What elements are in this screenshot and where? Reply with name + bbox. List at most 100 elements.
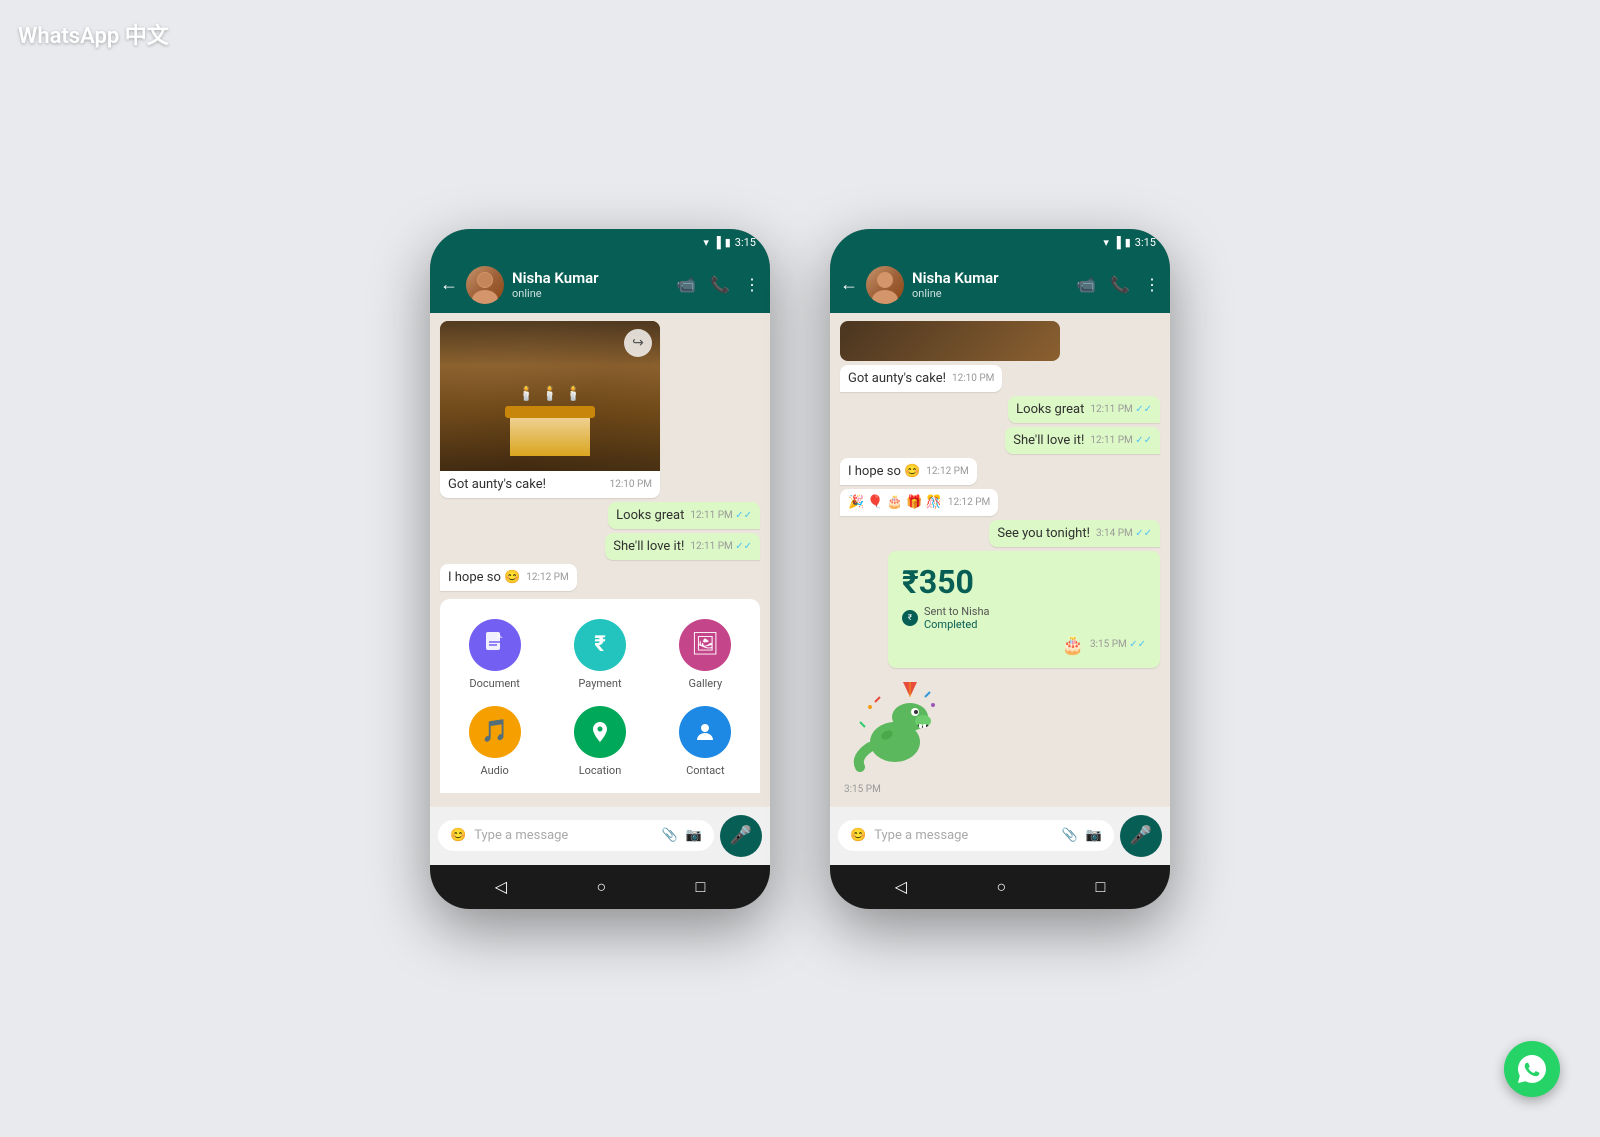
voice-call-button-1[interactable]: 📞 (710, 275, 730, 294)
msg-hope-so: I hope so 😊 12:12 PM (440, 564, 577, 591)
contact-info-1: Nisha Kumar online (512, 269, 668, 300)
message-input-2[interactable]: 😊 Type a message 📎 📷 (838, 820, 1114, 851)
emoji-button-1[interactable]: 😊 (450, 828, 466, 843)
document-icon (469, 619, 521, 671)
msg-shell-love-2: She'll love it! 12:11 PM ✓✓ (1005, 427, 1160, 454)
payment-amount: ₹350 (902, 563, 1146, 601)
avatar-2 (866, 266, 904, 304)
battery-icon-2: ▮ (1125, 236, 1131, 249)
wifi-icon-2: ▾ (1103, 236, 1109, 249)
nav-bar-2: ◁ ○ □ (830, 865, 1170, 909)
watermark: WhatsApp 中文 (18, 18, 169, 50)
avatar-1 (466, 266, 504, 304)
nav-recent-1[interactable]: □ (696, 877, 706, 897)
contact-icon (679, 706, 731, 758)
msg-looks-great-2: Looks great 12:11 PM ✓✓ (1008, 396, 1160, 423)
signal-icon: ▐ (713, 236, 721, 249)
payment-dot: ₹ (902, 610, 918, 626)
msg-shell-love: She'll love it! 12:11 PM ✓✓ (605, 533, 760, 560)
time-display-2: 3:15 (1135, 236, 1156, 249)
contact-name-1: Nisha Kumar (512, 269, 668, 287)
attachment-panel: Document ₹ Payment 🖼 Gallery 🎵 Au (440, 599, 760, 793)
contact-status-2: online (912, 287, 1068, 300)
video-call-button-2[interactable]: 📹 (1076, 275, 1096, 294)
chat-area-1: 🕯️🕯️🕯️ ↪ Got aunty's cake! 12:10 PM (430, 313, 770, 807)
input-placeholder-1: Type a message (474, 828, 653, 843)
contact-label: Contact (686, 764, 724, 777)
voice-call-button-2[interactable]: 📞 (1110, 275, 1130, 294)
more-options-button-1[interactable]: ⋮ (744, 275, 760, 294)
signal-icon-2: ▐ (1113, 236, 1121, 249)
camera-button-2[interactable]: 📷 (1086, 828, 1102, 843)
payment-label: Payment (578, 677, 621, 690)
phone-2: ▾ ▐ ▮ 3:15 ← Nis (830, 229, 1170, 909)
message-input-1[interactable]: 😊 Type a message 📎 📷 (438, 820, 714, 851)
emoji-button-2[interactable]: 😊 (850, 828, 866, 843)
gallery-label: Gallery (688, 677, 722, 690)
contact-status-1: online (512, 287, 668, 300)
status-bar-1: ▾ ▐ ▮ 3:15 (430, 229, 770, 257)
nav-bar-1: ◁ ○ □ (430, 865, 770, 909)
camera-button-1[interactable]: 📷 (686, 828, 702, 843)
back-button-2[interactable]: ← (840, 274, 858, 295)
attach-button-2[interactable]: 📎 (1062, 828, 1078, 843)
msg-looks-great: Looks great 12:11 PM ✓✓ (608, 502, 760, 529)
audio-icon: 🎵 (469, 706, 521, 758)
msg-see-tonight: See you tonight! 3:14 PM ✓✓ (989, 520, 1160, 547)
payment-sent-label: Sent to Nisha (924, 605, 990, 618)
msg-got-cake: Got aunty's cake! 12:10 PM (840, 365, 1002, 392)
payment-message: ₹350 ₹ Sent to Nisha Completed 🎂 3:15 PM… (888, 551, 1160, 668)
phone-1: ▾ ▐ ▮ 3:15 ← (430, 229, 770, 909)
msg-emojis: 🎉 🎈 🎂 🎁 🎊 12:12 PM (840, 489, 998, 516)
video-call-button-1[interactable]: 📹 (676, 275, 696, 294)
nav-back-1[interactable]: ◁ (495, 877, 507, 896)
status-bar-2: ▾ ▐ ▮ 3:15 (830, 229, 1170, 257)
cake-photo: 🕯️🕯️🕯️ ↪ (440, 321, 660, 471)
more-options-button-2[interactable]: ⋮ (1144, 275, 1160, 294)
partial-image (840, 321, 1060, 361)
image-caption: Got aunty's cake! 12:10 PM (440, 471, 660, 498)
attach-gallery[interactable]: 🖼 Gallery (679, 619, 731, 690)
nav-recent-2[interactable]: □ (1096, 877, 1106, 897)
msg-hope-so-2: I hope so 😊 12:12 PM (840, 458, 977, 485)
image-message: 🕯️🕯️🕯️ ↪ Got aunty's cake! 12:10 PM (440, 321, 660, 498)
audio-label: Audio (480, 764, 508, 777)
input-placeholder-2: Type a message (874, 828, 1053, 843)
attach-button-1[interactable]: 📎 (662, 828, 678, 843)
attach-audio[interactable]: 🎵 Audio (469, 706, 521, 777)
nav-home-1[interactable]: ○ (596, 877, 606, 897)
sticker-message: 3:15 PM (840, 672, 950, 795)
attach-contact[interactable]: Contact (679, 706, 731, 777)
gallery-icon: 🖼 (679, 619, 731, 671)
attach-location[interactable]: Location (574, 706, 626, 777)
input-bar-1: 😊 Type a message 📎 📷 🎤 (430, 807, 770, 865)
payment-icon: ₹ (574, 619, 626, 671)
payment-status-row: ₹ Sent to Nisha Completed (902, 605, 1146, 631)
battery-icon: ▮ (725, 236, 731, 249)
location-icon (574, 706, 626, 758)
contact-info-2: Nisha Kumar online (912, 269, 1068, 300)
input-bar-2: 😊 Type a message 📎 📷 🎤 (830, 807, 1170, 865)
attachment-grid: Document ₹ Payment 🖼 Gallery 🎵 Au (450, 619, 750, 777)
payment-completed-label: Completed (924, 618, 990, 631)
attach-payment[interactable]: ₹ Payment (574, 619, 626, 690)
wifi-icon: ▾ (703, 236, 709, 249)
mic-button-2[interactable]: 🎤 (1120, 815, 1162, 857)
time-display-1: 3:15 (735, 236, 756, 249)
back-button-1[interactable]: ← (440, 274, 458, 295)
chat-header-1: ← Nisha Kumar online 📹 (430, 257, 770, 313)
document-label: Document (469, 677, 519, 690)
header-actions-2: 📹 📞 ⋮ (1076, 275, 1160, 294)
mic-button-1[interactable]: 🎤 (720, 815, 762, 857)
forward-button[interactable]: ↪ (624, 329, 652, 357)
chat-header-2: ← Nisha Kumar online 📹 📞 (830, 257, 1170, 313)
whatsapp-fab[interactable] (1504, 1041, 1560, 1097)
attach-document[interactable]: Document (469, 619, 521, 690)
nav-back-2[interactable]: ◁ (895, 877, 907, 896)
contact-name-2: Nisha Kumar (912, 269, 1068, 287)
phone-1-screen: ▾ ▐ ▮ 3:15 ← (430, 229, 770, 909)
location-label: Location (579, 764, 622, 777)
chat-area-2: Got aunty's cake! 12:10 PM Looks great 1… (830, 313, 1170, 807)
phone-2-screen: ▾ ▐ ▮ 3:15 ← Nis (830, 229, 1170, 909)
nav-home-2[interactable]: ○ (996, 877, 1006, 897)
